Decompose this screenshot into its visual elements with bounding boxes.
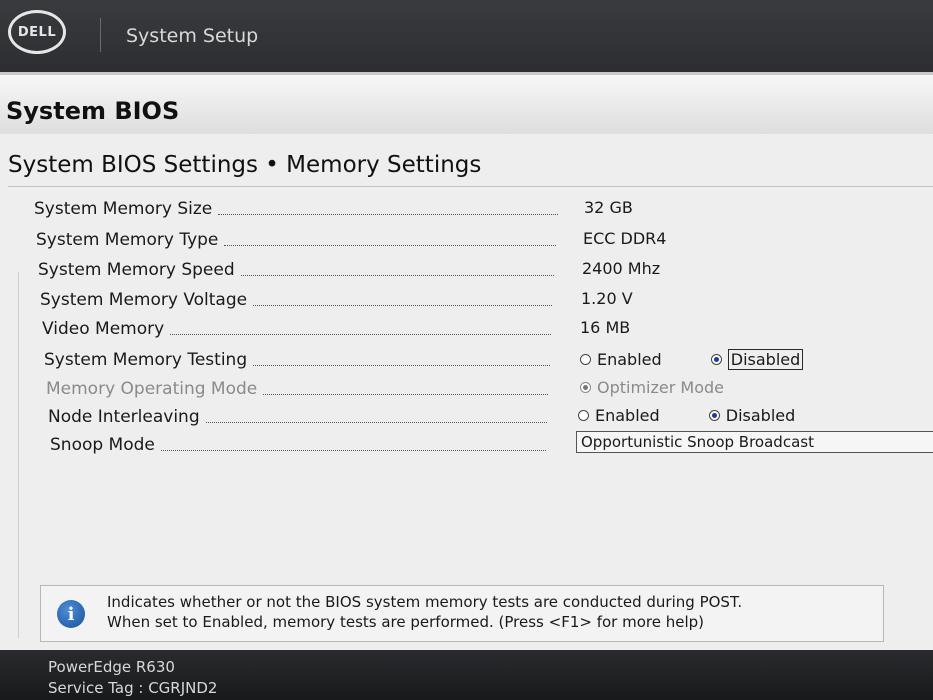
setting-row-node-interleaving: Node Interleaving Enabled Disabled — [0, 404, 933, 432]
radio-off-icon — [580, 354, 591, 365]
page-title: System BIOS — [6, 97, 180, 125]
top-bar-divider — [100, 18, 101, 52]
footer: PowerEdge R630 Service Tag : CGRJND2 — [0, 650, 933, 700]
info-icon: i — [57, 600, 85, 628]
dell-logo: DELL — [8, 10, 66, 54]
memory-size-value: 32 GB — [584, 198, 633, 217]
setting-row-memory-type: System Memory Type ECC DDR4 — [0, 227, 933, 255]
setting-row-snoop-mode: Snoop Mode Opportunistic Snoop Broadcast — [0, 431, 933, 460]
setting-label: System Memory Voltage — [40, 287, 556, 313]
video-memory-value: 16 MB — [580, 318, 631, 337]
radio-on-icon — [708, 410, 720, 421]
service-tag: Service Tag : CGRJND2 — [48, 679, 218, 697]
memory-testing-options: Enabled Disabled — [580, 349, 847, 370]
setting-label: System Memory Size — [34, 196, 562, 222]
radio-on-icon — [710, 354, 722, 365]
setting-label: System Memory Speed — [38, 257, 558, 283]
node-interleaving-options: Enabled Disabled — [578, 406, 839, 425]
setting-row-memory-size: System Memory Size 32 GB — [0, 196, 933, 224]
help-panel: i Indicates whether or not the BIOS syst… — [40, 585, 884, 642]
setting-label: Snoop Mode — [50, 432, 550, 458]
node-interleaving-enabled-radio[interactable]: Enabled — [578, 406, 660, 425]
top-bar: DELL System Setup — [0, 0, 933, 80]
setting-row-memory-voltage: System Memory Voltage 1.20 V — [0, 287, 933, 315]
setting-label: Memory Operating Mode — [46, 376, 552, 402]
help-line: Indicates whether or not the BIOS system… — [107, 593, 743, 611]
help-text: Indicates whether or not the BIOS system… — [107, 592, 742, 632]
memory-type-value: ECC DDR4 — [583, 229, 667, 248]
operating-mode-option: Optimizer Mode — [580, 378, 768, 397]
setting-label: Video Memory — [42, 316, 555, 342]
memory-testing-disabled-radio[interactable]: Disabled — [710, 349, 804, 370]
section-divider — [8, 186, 933, 187]
memory-voltage-value: 1.20 V — [581, 289, 633, 308]
radio-on-icon — [580, 382, 591, 393]
app-title: System Setup — [126, 25, 259, 47]
page-header: System BIOS — [0, 72, 933, 134]
setting-row-video-memory: Video Memory 16 MB — [0, 316, 933, 344]
system-model: PowerEdge R630 — [48, 658, 175, 676]
setting-row-memory-speed: System Memory Speed 2400 Mhz — [0, 257, 933, 285]
setting-label: System Memory Testing — [44, 347, 554, 373]
memory-speed-value: 2400 Mhz — [582, 259, 661, 278]
setting-row-memory-testing: System Memory Testing Enabled Disabled — [0, 347, 933, 375]
help-line: When set to Enabled, memory tests are pe… — [107, 613, 705, 631]
main-page: System BIOS System BIOS Settings • Memor… — [0, 72, 933, 650]
setting-label: System Memory Type — [36, 227, 560, 253]
snoop-mode-dropdown[interactable]: Opportunistic Snoop Broadcast — [576, 431, 933, 453]
setting-row-operating-mode: Memory Operating Mode Optimizer Mode — [0, 376, 933, 404]
node-interleaving-disabled-radio[interactable]: Disabled — [708, 406, 795, 425]
setting-label: Node Interleaving — [48, 404, 551, 430]
memory-testing-enabled-radio[interactable]: Enabled — [580, 350, 662, 369]
radio-off-icon — [578, 410, 589, 421]
section-title: System BIOS Settings • Memory Settings — [8, 152, 482, 178]
